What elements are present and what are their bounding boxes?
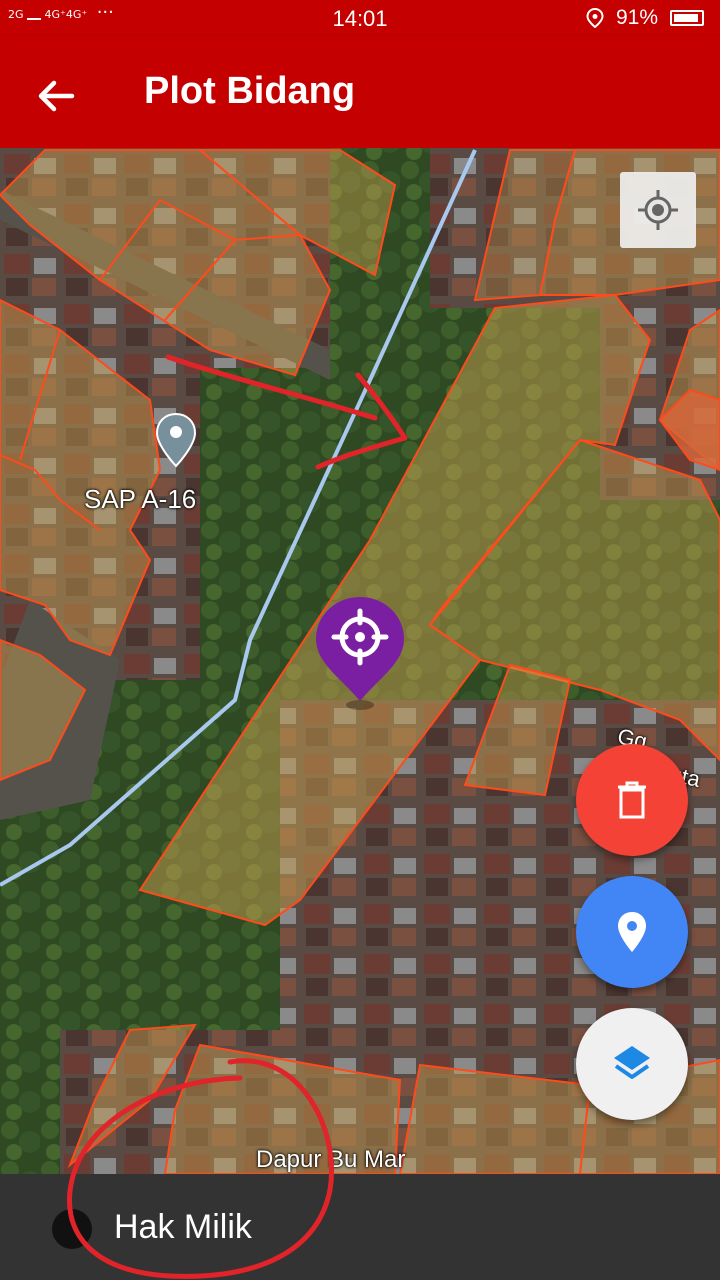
battery-percent: 91% (615, 6, 658, 29)
clock: 14:01 (332, 6, 388, 31)
my-location-button[interactable] (620, 172, 696, 248)
bottom-panel: Hak Milik (0, 1174, 720, 1280)
option-label[interactable]: Hak Milik (114, 1208, 252, 1247)
page-title: Plot Bidang (144, 70, 356, 112)
layers-button[interactable] (576, 1008, 688, 1120)
my-location-icon (638, 190, 678, 230)
app-bar: Plot Bidang (0, 36, 720, 148)
trash-icon (618, 781, 646, 819)
layers-icon (614, 1046, 650, 1079)
option-radio[interactable] (52, 1209, 92, 1249)
battery-icon (670, 10, 704, 26)
delete-button[interactable] (576, 744, 688, 856)
poi-label: SAP A-16 (84, 484, 197, 514)
arrow-back-icon[interactable] (32, 72, 80, 120)
crosshair-pin-icon[interactable] (312, 593, 408, 713)
map-pin-icon (618, 912, 646, 952)
status-bar: 2G 4G⁺4G⁺ ··· 14:01 91% (0, 0, 720, 36)
battery-fill (674, 14, 698, 22)
location-status-icon (586, 8, 604, 28)
add-marker-button[interactable] (576, 876, 688, 988)
place-label: Dapur Bu Mar (256, 1146, 406, 1173)
poi-marker-icon[interactable] (155, 412, 197, 468)
